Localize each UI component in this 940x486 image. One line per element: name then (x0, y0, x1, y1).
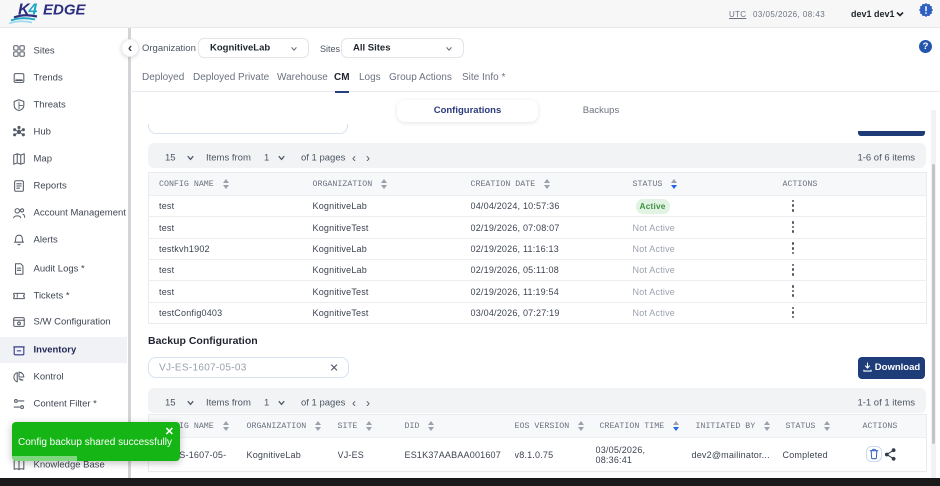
svg-text:EDGE: EDGE (43, 2, 87, 19)
